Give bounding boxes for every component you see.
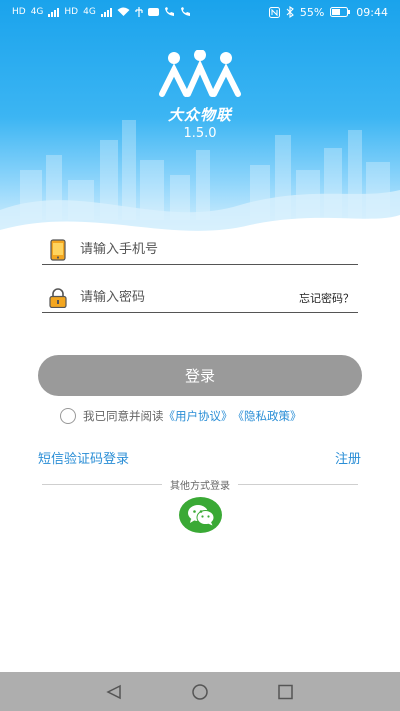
wechat-login-button[interactable] bbox=[179, 497, 222, 533]
network-label-2: 4G bbox=[83, 7, 96, 17]
register-link[interactable]: 注册 bbox=[335, 448, 361, 467]
call-icon bbox=[180, 7, 190, 16]
phone-icon bbox=[48, 238, 68, 261]
hd-label-2: HD bbox=[64, 7, 79, 17]
battery-icon bbox=[330, 7, 351, 17]
password-input[interactable] bbox=[80, 290, 299, 305]
app-version: 1.5.0 bbox=[183, 126, 217, 141]
clock: 09:44 bbox=[356, 5, 388, 19]
privacy-policy-link[interactable]: 《隐私政策》 bbox=[233, 408, 302, 424]
bluetooth-icon bbox=[286, 6, 294, 18]
agreement-checkbox[interactable] bbox=[60, 408, 76, 424]
usb-icon bbox=[135, 7, 143, 17]
other-login-label: 其他方式登录 bbox=[170, 480, 230, 492]
wifi-icon bbox=[117, 7, 130, 16]
app-notification-icon bbox=[147, 8, 159, 16]
other-login-divider: 其他方式登录 bbox=[42, 476, 358, 492]
home-icon[interactable] bbox=[191, 683, 209, 700]
status-bar: HD 4G HD 4G 55% 09:44 bbox=[0, 0, 400, 24]
brand-name: 大众物联 bbox=[167, 106, 232, 124]
signal-icon bbox=[48, 7, 60, 17]
phone-input[interactable] bbox=[80, 242, 358, 257]
lock-icon bbox=[48, 287, 68, 309]
nfc-icon bbox=[268, 6, 280, 18]
network-label-1: 4G bbox=[30, 7, 44, 17]
phone-field bbox=[42, 235, 358, 265]
password-field: 忘记密码？ bbox=[42, 283, 358, 313]
agreement-row: 我已同意并阅读 《用户协议》 《隐私政策》 bbox=[60, 407, 302, 425]
back-icon[interactable] bbox=[105, 684, 123, 700]
brand-logo-icon bbox=[159, 50, 241, 97]
forgot-password-link[interactable]: 忘记密码？ bbox=[299, 290, 354, 306]
system-nav-bar bbox=[0, 672, 400, 711]
wechat-icon bbox=[187, 505, 214, 526]
agreement-text: 我已同意并阅读 bbox=[83, 409, 164, 423]
signal-icon bbox=[100, 7, 112, 17]
hd-label-1: HD bbox=[12, 7, 26, 17]
divider-line bbox=[238, 483, 358, 485]
battery-percent: 55% bbox=[299, 5, 325, 19]
user-agreement-link[interactable]: 《用户协议》 bbox=[164, 408, 233, 424]
divider-line bbox=[42, 483, 162, 485]
recents-icon[interactable] bbox=[277, 684, 295, 700]
call-icon bbox=[164, 7, 174, 16]
login-button[interactable]: 登录 bbox=[38, 355, 362, 396]
sms-login-link[interactable]: 短信验证码登录 bbox=[38, 448, 129, 467]
